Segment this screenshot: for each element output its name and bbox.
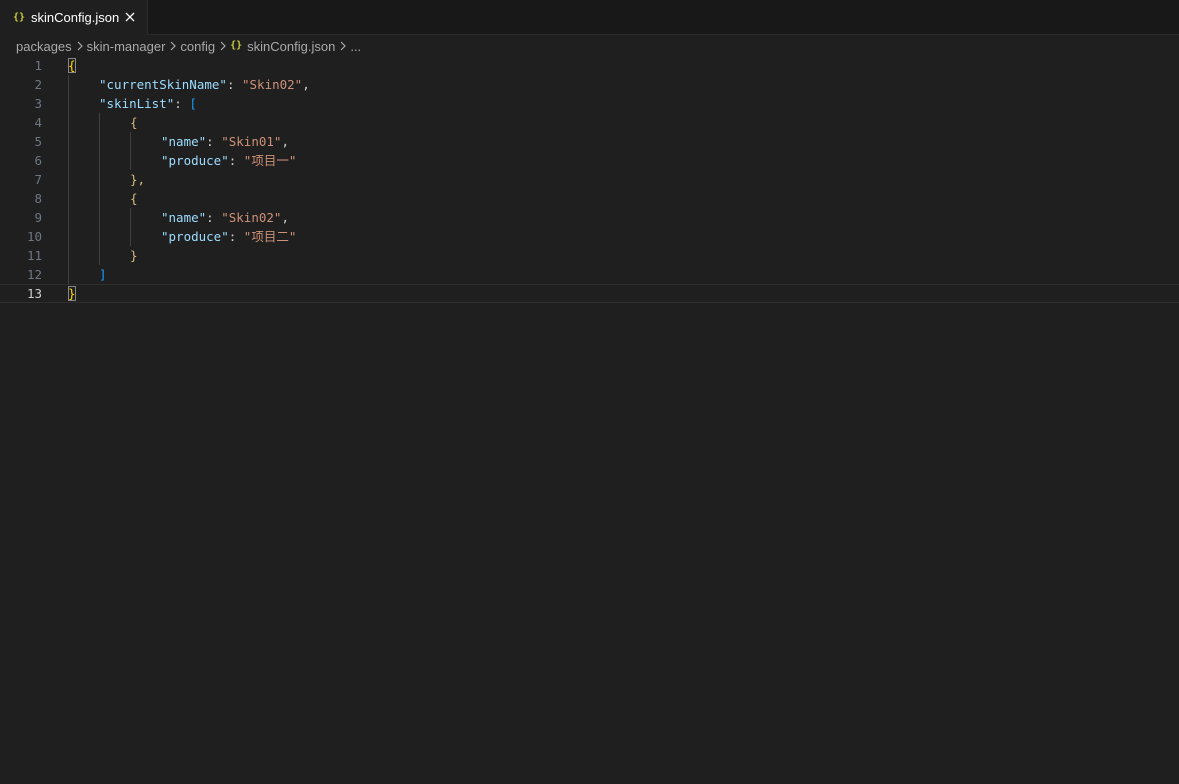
code-text: }, xyxy=(130,172,146,187)
json-file-icon: {} xyxy=(13,11,26,23)
line-number: 13 xyxy=(26,286,42,301)
code-line: 4 { xyxy=(0,113,1179,132)
breadcrumb: packages skin-manager config {} skinConf… xyxy=(16,35,361,57)
code-text: "produce": "项目一" xyxy=(161,153,297,168)
chevron-right-icon xyxy=(219,40,227,52)
code-text: ] xyxy=(99,267,107,282)
breadcrumb-item-file[interactable]: {} skinConfig.json xyxy=(230,39,335,54)
line-number: 12 xyxy=(26,267,42,282)
code-text: } xyxy=(130,248,138,263)
breadcrumb-more[interactable]: ... xyxy=(350,39,361,54)
tab-label: skinConfig.json xyxy=(31,10,120,25)
code-line: 6 "produce": "项目一" xyxy=(0,151,1179,170)
code-line-current: 13 } xyxy=(0,284,1179,303)
breadcrumb-file-label: skinConfig.json xyxy=(247,38,336,54)
line-number: 2 xyxy=(34,77,42,92)
code-line: 10 "produce": "项目二" xyxy=(0,227,1179,246)
line-number: 10 xyxy=(26,229,42,244)
code-line: 9 "name": "Skin02", xyxy=(0,208,1179,227)
code-text: "skinList": [ xyxy=(99,96,197,111)
code-line: 7 }, xyxy=(0,170,1179,189)
json-file-icon: {} xyxy=(230,40,243,51)
code-text: "name": "Skin02", xyxy=(161,210,289,225)
code-line: 5 "name": "Skin01", xyxy=(0,132,1179,151)
code-line: 11 } xyxy=(0,246,1179,265)
code-line: 12 ] xyxy=(0,265,1179,284)
code-text: { xyxy=(68,58,76,73)
code-line: 8 { xyxy=(0,189,1179,208)
chevron-right-icon xyxy=(339,40,347,52)
breadcrumb-item-config[interactable]: config xyxy=(180,39,215,54)
editor-window: {} skinConfig.json packages skin-manager… xyxy=(0,0,1179,784)
breadcrumb-item-skin-manager[interactable]: skin-manager xyxy=(87,39,166,54)
line-number: 6 xyxy=(34,153,42,168)
code-text: "currentSkinName": "Skin02", xyxy=(99,77,310,92)
chevron-right-icon xyxy=(169,40,177,52)
line-number: 4 xyxy=(34,115,42,130)
line-number: 1 xyxy=(34,58,42,73)
code-line: 1 { xyxy=(0,56,1179,75)
code-line: 2 "currentSkinName": "Skin02", xyxy=(0,75,1179,94)
tab-skinconfig-json[interactable]: {} skinConfig.json xyxy=(0,0,148,35)
line-number: 11 xyxy=(26,248,42,263)
code-text: } xyxy=(68,286,76,301)
chevron-right-icon xyxy=(76,40,84,52)
code-line: 3 "skinList": [ xyxy=(0,94,1179,113)
close-icon[interactable] xyxy=(122,9,138,25)
tab-bar: {} skinConfig.json xyxy=(0,0,1179,35)
code-text: "name": "Skin01", xyxy=(161,134,289,149)
line-number: 7 xyxy=(34,172,42,187)
breadcrumb-item-packages[interactable]: packages xyxy=(16,39,72,54)
line-number: 9 xyxy=(34,210,42,225)
line-number: 3 xyxy=(34,96,42,111)
code-text: "produce": "项目二" xyxy=(161,229,297,244)
code-editor[interactable]: 1 { 2 "currentSkinName": "Skin02", 3 "sk… xyxy=(0,56,1179,784)
code-text: { xyxy=(130,191,138,206)
line-number: 8 xyxy=(34,191,42,206)
code-text: { xyxy=(130,115,138,130)
line-number: 5 xyxy=(34,134,42,149)
